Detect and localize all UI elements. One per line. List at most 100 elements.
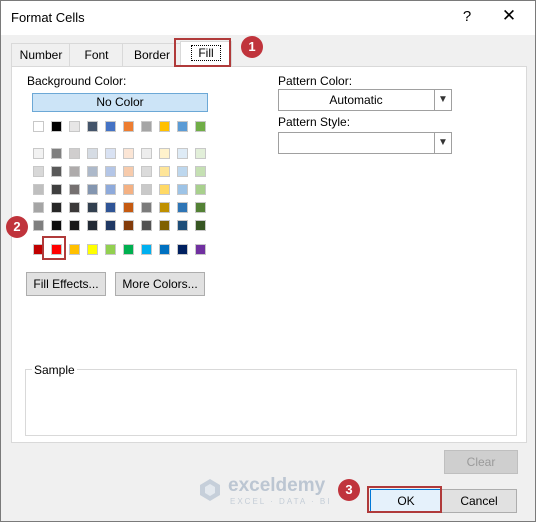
theme-tint-swatch[interactable]	[177, 148, 188, 159]
format-cells-dialog: Format Cells ? ✕ Number Font Border Fill…	[0, 0, 536, 522]
theme-tint-swatch[interactable]	[195, 166, 206, 177]
pattern-style-dropdown[interactable]: ▼	[278, 132, 452, 154]
theme-tint-swatch[interactable]	[159, 220, 170, 231]
theme-tint-swatch[interactable]	[177, 184, 188, 195]
pattern-color-value: Automatic	[329, 93, 383, 107]
theme-color-swatch[interactable]	[195, 121, 206, 132]
red-swatch-highlight	[42, 236, 66, 260]
theme-tint-swatch[interactable]	[159, 184, 170, 195]
theme-tint-swatch[interactable]	[123, 148, 134, 159]
fill-tab-highlight	[174, 38, 231, 67]
tab-number[interactable]: Number	[11, 43, 71, 66]
chevron-down-icon[interactable]: ▼	[434, 90, 451, 110]
theme-tint-swatch[interactable]	[33, 202, 44, 213]
theme-tint-swatch[interactable]	[87, 148, 98, 159]
theme-tint-swatch[interactable]	[105, 184, 116, 195]
theme-color-swatch[interactable]	[159, 121, 170, 132]
theme-tint-swatch[interactable]	[33, 184, 44, 195]
theme-tint-swatch[interactable]	[51, 220, 62, 231]
theme-tint-swatch[interactable]	[159, 148, 170, 159]
standard-color-swatch[interactable]	[105, 244, 116, 255]
theme-tint-swatch[interactable]	[33, 220, 44, 231]
standard-color-swatch[interactable]	[177, 244, 188, 255]
theme-color-swatch[interactable]	[141, 121, 152, 132]
cancel-button[interactable]: Cancel	[441, 489, 517, 513]
theme-tint-swatch[interactable]	[105, 166, 116, 177]
theme-tint-swatch[interactable]	[141, 202, 152, 213]
pattern-color-label: Pattern Color:	[278, 74, 353, 88]
theme-tint-swatch[interactable]	[51, 148, 62, 159]
theme-color-swatch[interactable]	[33, 121, 44, 132]
sample-label: Sample	[32, 363, 77, 377]
exceldemy-logo-icon	[200, 479, 220, 501]
fill-effects-button[interactable]: Fill Effects...	[26, 272, 106, 296]
theme-tint-swatch[interactable]	[177, 220, 188, 231]
sample-preview	[25, 369, 517, 436]
theme-tint-swatch[interactable]	[141, 220, 152, 231]
theme-tint-swatch[interactable]	[159, 202, 170, 213]
more-colors-button[interactable]: More Colors...	[115, 272, 205, 296]
theme-tint-swatch[interactable]	[159, 166, 170, 177]
standard-color-swatch[interactable]	[87, 244, 98, 255]
theme-color-swatch[interactable]	[105, 121, 116, 132]
theme-color-swatch[interactable]	[123, 121, 134, 132]
theme-tint-swatch[interactable]	[195, 148, 206, 159]
theme-tint-swatch[interactable]	[195, 220, 206, 231]
theme-tint-swatch[interactable]	[87, 220, 98, 231]
theme-tint-swatch[interactable]	[141, 166, 152, 177]
background-color-label: Background Color:	[27, 74, 127, 88]
theme-tint-swatch[interactable]	[87, 202, 98, 213]
theme-tint-swatch[interactable]	[33, 166, 44, 177]
ok-button-highlight	[367, 486, 442, 513]
theme-tint-swatch[interactable]	[69, 184, 80, 195]
theme-tint-swatch[interactable]	[195, 184, 206, 195]
theme-color-swatch[interactable]	[51, 121, 62, 132]
close-button[interactable]: ✕	[498, 6, 520, 26]
theme-tint-swatch[interactable]	[123, 166, 134, 177]
theme-color-swatch[interactable]	[177, 121, 188, 132]
theme-color-swatch[interactable]	[69, 121, 80, 132]
theme-tint-swatch[interactable]	[69, 148, 80, 159]
standard-color-swatch[interactable]	[141, 244, 152, 255]
theme-tint-swatch[interactable]	[195, 202, 206, 213]
watermark-tagline: EXCEL · DATA · BI	[230, 497, 332, 506]
title-bar: Format Cells ? ✕	[1, 1, 535, 35]
standard-color-swatch[interactable]	[123, 244, 134, 255]
theme-tint-swatch[interactable]	[87, 184, 98, 195]
theme-tint-swatch[interactable]	[141, 184, 152, 195]
standard-color-swatch[interactable]	[69, 244, 80, 255]
pattern-color-dropdown[interactable]: Automatic ▼	[278, 89, 452, 111]
tab-font[interactable]: Font	[69, 43, 124, 66]
theme-tint-swatch[interactable]	[51, 184, 62, 195]
chevron-down-icon[interactable]: ▼	[434, 133, 451, 153]
theme-tint-swatch[interactable]	[177, 166, 188, 177]
theme-tint-swatch[interactable]	[105, 220, 116, 231]
theme-tint-swatch[interactable]	[105, 148, 116, 159]
theme-tint-swatch[interactable]	[123, 202, 134, 213]
theme-tint-swatch[interactable]	[51, 166, 62, 177]
theme-color-swatch[interactable]	[87, 121, 98, 132]
step-2-marker: 2	[6, 216, 28, 238]
theme-tint-swatch[interactable]	[123, 184, 134, 195]
dialog-title: Format Cells	[11, 10, 85, 25]
theme-tint-swatch[interactable]	[87, 166, 98, 177]
exceldemy-watermark: exceldemy EXCEL · DATA · BI	[198, 475, 348, 506]
pattern-style-value	[279, 133, 433, 153]
clear-button[interactable]: Clear	[444, 450, 518, 474]
theme-tint-swatch[interactable]	[105, 202, 116, 213]
theme-tint-swatch[interactable]	[141, 148, 152, 159]
standard-color-swatch[interactable]	[159, 244, 170, 255]
standard-color-swatch[interactable]	[195, 244, 206, 255]
theme-tint-swatch[interactable]	[69, 202, 80, 213]
theme-tint-swatch[interactable]	[33, 148, 44, 159]
theme-tint-swatch[interactable]	[69, 166, 80, 177]
theme-tint-swatch[interactable]	[69, 220, 80, 231]
tab-border[interactable]: Border	[122, 43, 182, 66]
no-color-button[interactable]: No Color	[32, 93, 208, 112]
watermark-name: exceldemy	[228, 475, 326, 496]
step-1-marker: 1	[241, 36, 263, 58]
help-button[interactable]: ?	[459, 8, 475, 25]
theme-tint-swatch[interactable]	[123, 220, 134, 231]
theme-tint-swatch[interactable]	[51, 202, 62, 213]
theme-tint-swatch[interactable]	[177, 202, 188, 213]
